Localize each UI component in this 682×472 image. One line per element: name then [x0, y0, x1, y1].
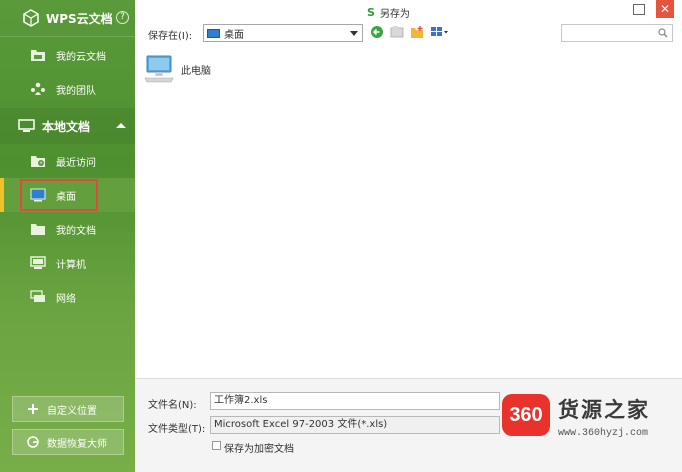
sidebar-item-network[interactable]: 网络 [0, 280, 135, 314]
new-folder-icon[interactable] [410, 25, 424, 39]
sidebar-item-recent[interactable]: 最近访问 [0, 144, 135, 178]
save-in-label: 保存在(I): [148, 31, 193, 42]
sidebar-item-label: 我的团队 [56, 85, 96, 97]
maximize-button[interactable] [633, 4, 645, 15]
local-docs-section[interactable]: 本地文档 [0, 108, 135, 144]
filename-field[interactable]: 工作簿2.xls [210, 392, 500, 410]
file-list: 此电脑 [135, 46, 682, 378]
file-item-this-pc[interactable]: 此电脑 [143, 54, 211, 84]
this-pc-icon [144, 55, 174, 83]
wps-cloud-icon [23, 9, 39, 27]
divider [0, 36, 135, 37]
network-icon [30, 290, 45, 302]
encrypt-checkbox[interactable] [212, 441, 221, 450]
sidebar-item-label: 我的文档 [56, 225, 96, 237]
view-menu-icon[interactable] [430, 25, 450, 39]
sidebar-item-label: 我的云文档 [56, 51, 106, 63]
recovery-icon [27, 436, 39, 448]
wps-cloud-title: WPS云文档 [46, 11, 113, 26]
local-docs-label: 本地文档 [42, 119, 91, 134]
computer-icon [30, 256, 46, 269]
data-recovery-label: 数据恢复大师 [47, 438, 107, 450]
watermark: 360 货源之家 www.360hyzj.com [500, 386, 682, 446]
cloud-folder-icon [31, 50, 45, 61]
chevron-down-icon [350, 31, 358, 36]
recent-folder-icon [31, 156, 45, 167]
sidebar: WPS云文档 ? 我的云文档 我的团队 本地文档 最近访问 桌面 我的文档 计算… [0, 0, 135, 472]
dialog-title: S 另存为 [367, 5, 410, 20]
filetype-select[interactable]: Microsoft Excel 97-2003 文件(*.xls) [210, 416, 500, 434]
plus-icon [28, 404, 38, 414]
wps-logo-icon: S [367, 6, 375, 19]
custom-location-label: 自定义位置 [47, 405, 97, 417]
sidebar-item-label: 网络 [56, 293, 76, 305]
highlight-box [20, 179, 98, 211]
location-select[interactable]: 桌面 [203, 24, 363, 42]
back-icon[interactable] [370, 25, 384, 39]
custom-location-button[interactable]: 自定义位置 [12, 396, 124, 422]
watermark-brand: 货源之家 [558, 398, 650, 422]
search-icon [658, 28, 668, 38]
filetype-label: 文件类型(T): [148, 424, 206, 435]
file-item-label: 此电脑 [181, 65, 211, 77]
help-icon[interactable]: ? [116, 11, 129, 24]
sidebar-item-my-team[interactable]: 我的团队 [0, 72, 135, 106]
search-input[interactable] [561, 24, 673, 42]
team-icon [31, 82, 45, 95]
sidebar-item-label: 最近访问 [56, 157, 96, 169]
title-bar: S 另存为 [135, 0, 682, 22]
sidebar-item-label: 计算机 [56, 259, 86, 271]
up-folder-icon[interactable] [390, 25, 404, 39]
watermark-url: www.360hyzj.com [558, 428, 649, 439]
dialog-title-text: 另存为 [379, 9, 410, 20]
filename-label: 文件名(N): [148, 400, 197, 411]
wps-cloud-header[interactable]: WPS云文档 ? [0, 0, 135, 36]
data-recovery-button[interactable]: 数据恢复大师 [12, 429, 124, 455]
sidebar-item-computer[interactable]: 计算机 [0, 246, 135, 280]
collapse-caret-icon[interactable] [116, 123, 126, 128]
desktop-icon [207, 28, 220, 38]
watermark-badge: 360 [502, 394, 550, 436]
encrypt-label: 保存为加密文档 [224, 444, 294, 455]
close-button[interactable]: ✕ [656, 0, 674, 18]
folder-icon [31, 224, 45, 235]
sidebar-item-my-cloud-docs[interactable]: 我的云文档 [0, 38, 135, 72]
sidebar-item-my-documents[interactable]: 我的文档 [0, 212, 135, 246]
computer-monitor-icon [18, 119, 35, 132]
location-value: 桌面 [224, 29, 244, 41]
